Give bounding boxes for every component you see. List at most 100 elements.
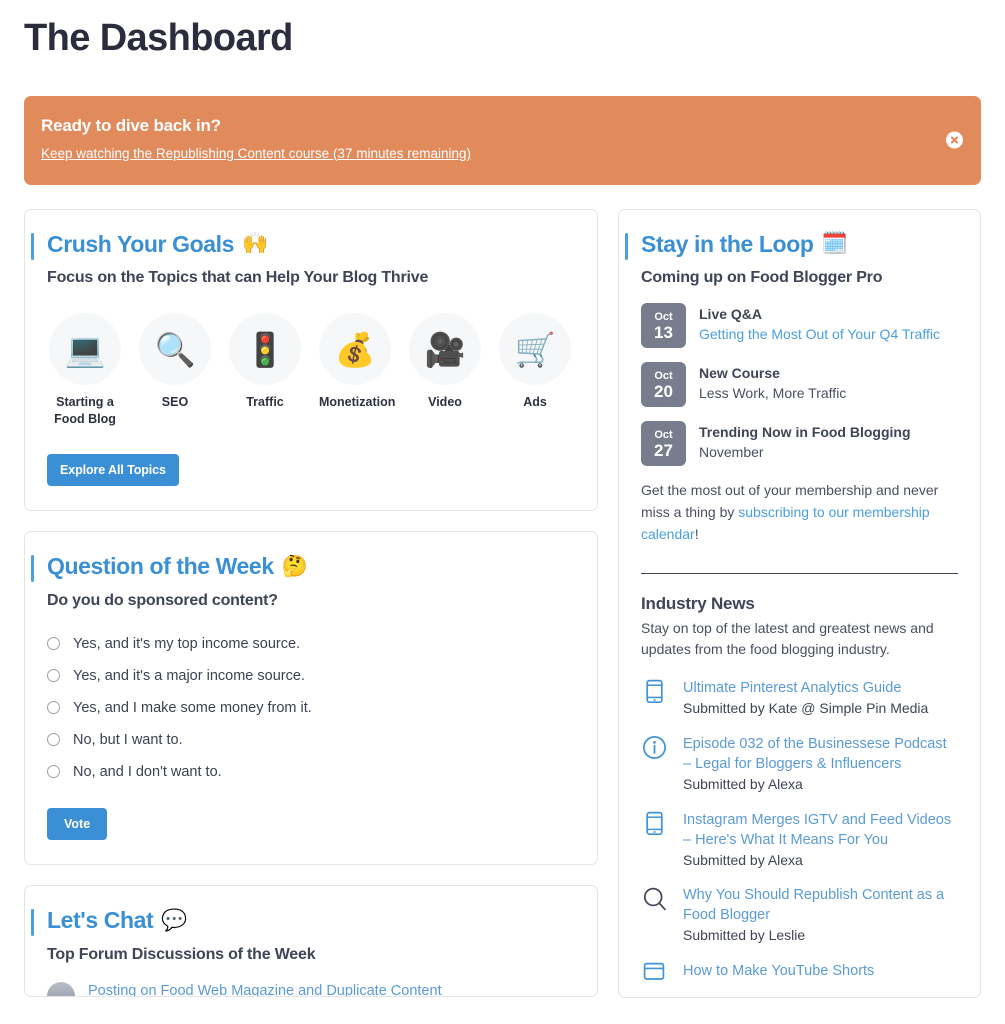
topic-monetization[interactable]: 💰 Monetization bbox=[319, 313, 396, 428]
news-body: Ultimate Pinterest Analytics Guide Submi… bbox=[683, 678, 928, 719]
banner-resume-link[interactable]: Keep watching the Republishing Content c… bbox=[41, 146, 471, 161]
event-body: New Course Less Work, More Traffic bbox=[699, 362, 846, 403]
news-item[interactable]: How to Make YouTube Shorts bbox=[641, 961, 958, 982]
events-list: Oct 13 Live Q&A Getting the Most Out of … bbox=[641, 303, 958, 467]
forum-thread-row[interactable]: Posting on Food Web Magazine and Duplica… bbox=[47, 981, 575, 996]
news-headline-link[interactable]: Episode 032 of the Businessese Podcast –… bbox=[683, 734, 958, 774]
event-detail-link[interactable]: Getting the Most Out of Your Q4 Traffic bbox=[699, 325, 940, 345]
resume-course-banner: Ready to dive back in? Keep watching the… bbox=[24, 95, 981, 185]
avatar bbox=[47, 981, 75, 996]
poll-option-2[interactable]: Yes, and I make some money from it. bbox=[47, 700, 575, 716]
poll-option-3[interactable]: No, but I want to. bbox=[47, 732, 575, 748]
mobile-phone-icon bbox=[641, 678, 667, 704]
info-circle-icon bbox=[641, 734, 667, 760]
card-header: Stay in the Loop 🗓️ Coming up on Food Bl… bbox=[625, 230, 958, 288]
topic-label: Video bbox=[428, 395, 462, 410]
raised-hands-icon: 🙌 bbox=[242, 232, 268, 256]
date-day: 20 bbox=[654, 381, 673, 401]
magnifier-icon bbox=[641, 885, 667, 912]
radio-icon[interactable] bbox=[47, 733, 60, 747]
laptop-icon: 💻 bbox=[49, 313, 121, 386]
movie-camera-icon: 🎥 bbox=[409, 313, 481, 386]
news-item[interactable]: Ultimate Pinterest Analytics Guide Submi… bbox=[641, 678, 958, 719]
topic-video[interactable]: 🎥 Video bbox=[409, 313, 481, 428]
event-title: Trending Now in Food Blogging bbox=[699, 424, 911, 441]
event-item[interactable]: Oct 13 Live Q&A Getting the Most Out of … bbox=[641, 303, 958, 349]
news-headline-link[interactable]: Ultimate Pinterest Analytics Guide bbox=[683, 678, 928, 698]
speech-balloon-icon: 💬 bbox=[161, 908, 188, 932]
poll-options: Yes, and it's my top income source. Yes,… bbox=[47, 636, 575, 780]
news-body: Episode 032 of the Businessese Podcast –… bbox=[683, 734, 958, 795]
poll-option-label: Yes, and I make some money from it. bbox=[73, 699, 312, 716]
news-body: Why You Should Republish Content as a Fo… bbox=[683, 885, 958, 946]
news-meta: Submitted by Kate @ Simple Pin Media bbox=[683, 700, 929, 717]
card-subtitle: Top Forum Discussions of the Week bbox=[47, 945, 316, 963]
news-headline-link[interactable]: How to Make YouTube Shorts bbox=[683, 961, 874, 981]
date-badge: Oct 20 bbox=[641, 362, 686, 408]
traffic-light-icon: 🚦 bbox=[229, 313, 301, 386]
poll-prompt: Do you do sponsored content? bbox=[47, 591, 278, 609]
money-bag-icon: 💰 bbox=[319, 313, 391, 386]
card-title-text: Question of the Week bbox=[47, 553, 274, 580]
event-body: Trending Now in Food Blogging November bbox=[699, 421, 911, 462]
topic-label: Monetization bbox=[319, 395, 396, 410]
accent-bar bbox=[31, 555, 34, 583]
stay-in-the-loop-card: Stay in the Loop 🗓️ Coming up on Food Bl… bbox=[618, 208, 981, 998]
radio-icon[interactable] bbox=[47, 669, 60, 683]
topic-label: Starting a Food Blog bbox=[54, 395, 116, 427]
news-meta: Submitted by Alexa bbox=[683, 776, 803, 792]
news-item[interactable]: Episode 032 of the Businessese Podcast –… bbox=[641, 734, 958, 795]
date-month: Oct bbox=[654, 310, 673, 323]
poll-option-label: Yes, and it's a major income source. bbox=[73, 667, 305, 684]
crush-your-goals-card: Crush Your Goals 🙌 Focus on the Topics t… bbox=[24, 208, 598, 512]
dashboard-page: The Dashboard Ready to dive back in? Kee… bbox=[0, 0, 1005, 1024]
topic-traffic[interactable]: 🚦 Traffic bbox=[229, 313, 301, 428]
mobile-phone-icon bbox=[641, 810, 667, 836]
topic-ads[interactable]: 🛒 Ads bbox=[499, 313, 571, 428]
card-subtitle: Focus on the Topics that can Help Your B… bbox=[47, 269, 429, 287]
news-body: How to Make YouTube Shorts bbox=[683, 961, 874, 982]
news-headline-link[interactable]: Why You Should Republish Content as a Fo… bbox=[683, 885, 958, 925]
shopping-cart-icon: 🛒 bbox=[499, 313, 571, 386]
accent-bar bbox=[31, 908, 34, 936]
poll-option-label: No, but I want to. bbox=[73, 731, 183, 748]
radio-icon[interactable] bbox=[47, 765, 60, 779]
date-badge: Oct 27 bbox=[641, 421, 686, 467]
card-title-text: Let's Chat bbox=[47, 906, 154, 933]
news-headline-link[interactable]: Instagram Merges IGTV and Feed Videos – … bbox=[683, 810, 958, 850]
left-column: Crush Your Goals 🙌 Focus on the Topics t… bbox=[24, 208, 598, 1017]
card-title-text: Crush Your Goals bbox=[47, 230, 235, 257]
industry-news-list: Ultimate Pinterest Analytics Guide Submi… bbox=[641, 678, 958, 981]
page-title: The Dashboard bbox=[24, 17, 293, 59]
topic-label: Traffic bbox=[246, 395, 284, 410]
topic-starting-a-food-blog[interactable]: 💻 Starting a Food Blog bbox=[49, 313, 121, 428]
news-item[interactable]: Why You Should Republish Content as a Fo… bbox=[641, 885, 958, 946]
accent-bar bbox=[31, 232, 34, 260]
topics-row: 💻 Starting a Food Blog 🔍 SEO 🚦 Traffic 💰… bbox=[47, 313, 575, 428]
radio-icon[interactable] bbox=[47, 637, 60, 651]
date-badge: Oct 13 bbox=[641, 303, 686, 349]
membership-note-suffix: ! bbox=[694, 525, 699, 542]
topic-seo[interactable]: 🔍 SEO bbox=[139, 313, 211, 428]
radio-icon[interactable] bbox=[47, 701, 60, 715]
card-title: Stay in the Loop 🗓️ bbox=[641, 230, 958, 259]
vote-button[interactable]: Vote bbox=[47, 807, 108, 840]
membership-note: Get the most out of your membership and … bbox=[641, 480, 958, 545]
news-item[interactable]: Instagram Merges IGTV and Feed Videos – … bbox=[641, 810, 958, 871]
event-item[interactable]: Oct 27 Trending Now in Food Blogging Nov… bbox=[641, 421, 958, 467]
news-meta: Submitted by Alexa bbox=[683, 851, 803, 868]
forum-thread-link[interactable]: Posting on Food Web Magazine and Duplica… bbox=[88, 982, 442, 996]
poll-option-1[interactable]: Yes, and it's a major income source. bbox=[47, 668, 575, 684]
accent-bar bbox=[625, 232, 628, 260]
card-title-text: Stay in the Loop bbox=[641, 230, 814, 257]
close-icon[interactable] bbox=[946, 131, 963, 149]
event-item[interactable]: Oct 20 New Course Less Work, More Traffi… bbox=[641, 362, 958, 408]
poll-option-label: No, and I don't want to. bbox=[73, 763, 222, 780]
right-column: Stay in the Loop 🗓️ Coming up on Food Bl… bbox=[618, 208, 981, 1018]
section-divider bbox=[641, 573, 958, 575]
poll-option-0[interactable]: Yes, and it's my top income source. bbox=[47, 636, 575, 652]
card-header: Crush Your Goals 🙌 Focus on the Topics t… bbox=[31, 230, 575, 288]
poll-option-4[interactable]: No, and I don't want to. bbox=[47, 764, 575, 780]
explore-all-topics-button[interactable]: Explore All Topics bbox=[47, 454, 179, 487]
card-title: Let's Chat 💬 bbox=[47, 906, 575, 935]
